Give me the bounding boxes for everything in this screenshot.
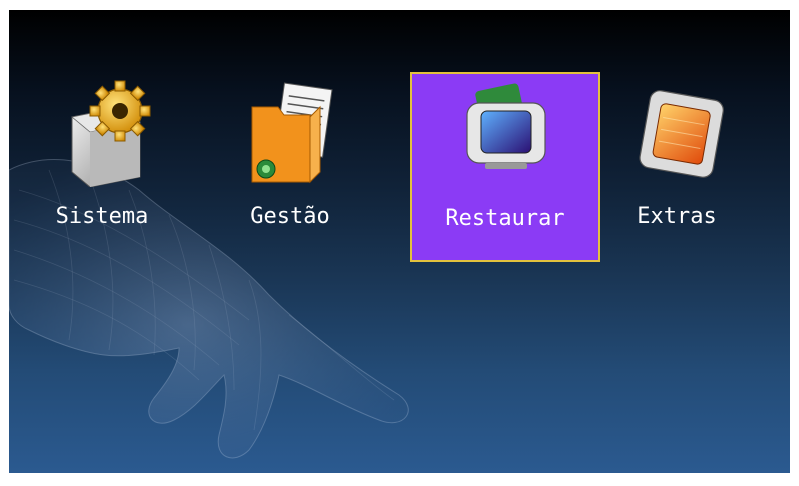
menu-item-gestao[interactable]: Gestão [195, 72, 385, 262]
extras-card-icon [639, 90, 724, 178]
menu-item-label: Sistema [55, 204, 149, 229]
menu-item-sistema[interactable]: Sistema [9, 72, 197, 262]
management-folder-icon [251, 82, 333, 184]
menu-item-label: Restaurar [445, 206, 565, 231]
menu-item-label: Gestão [250, 204, 330, 229]
restore-device-icon [466, 83, 546, 169]
system-settings-icon [71, 80, 151, 187]
menu-item-extras[interactable]: Extras [592, 72, 762, 262]
menu-item-restaurar[interactable]: Restaurar [410, 72, 600, 262]
main-menu-screen: Sistema Gestão Restaurar Extras [9, 10, 790, 473]
menu-item-label: Extras [637, 204, 717, 229]
